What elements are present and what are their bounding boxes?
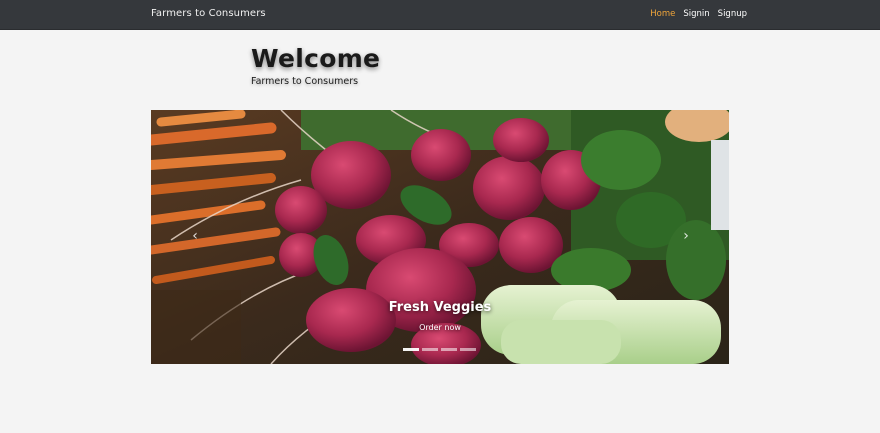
chevron-left-icon: ‹ xyxy=(192,228,198,244)
order-now-link[interactable]: Order now xyxy=(419,323,461,332)
nav-signin-link[interactable]: Signin xyxy=(683,9,709,19)
carousel-indicator[interactable] xyxy=(441,348,457,351)
carousel-next-button[interactable]: › xyxy=(677,225,695,247)
carousel: ‹ › Fresh Veggies Order now xyxy=(151,110,729,364)
caption-title: Fresh Veggies xyxy=(388,300,492,315)
carousel-indicators xyxy=(403,348,476,351)
carousel-indicator[interactable] xyxy=(460,348,476,351)
chevron-right-icon: › xyxy=(683,228,689,244)
nav-home-link[interactable]: Home xyxy=(650,9,675,19)
nav-links: Home Signin Signup xyxy=(650,9,747,19)
navbar: Farmers to Consumers Home Signin Signup xyxy=(0,0,880,30)
nav-signup-link[interactable]: Signup xyxy=(718,9,747,19)
carousel-indicator[interactable] xyxy=(422,348,438,351)
carousel-prev-button[interactable]: ‹ xyxy=(186,225,204,247)
page-title: Welcome xyxy=(251,44,381,73)
carousel-caption: Fresh Veggies Order now xyxy=(151,300,729,334)
brand-link[interactable]: Farmers to Consumers xyxy=(151,8,266,19)
carousel-indicator[interactable] xyxy=(403,348,419,351)
page-subtitle: Farmers to Consumers xyxy=(251,76,359,87)
